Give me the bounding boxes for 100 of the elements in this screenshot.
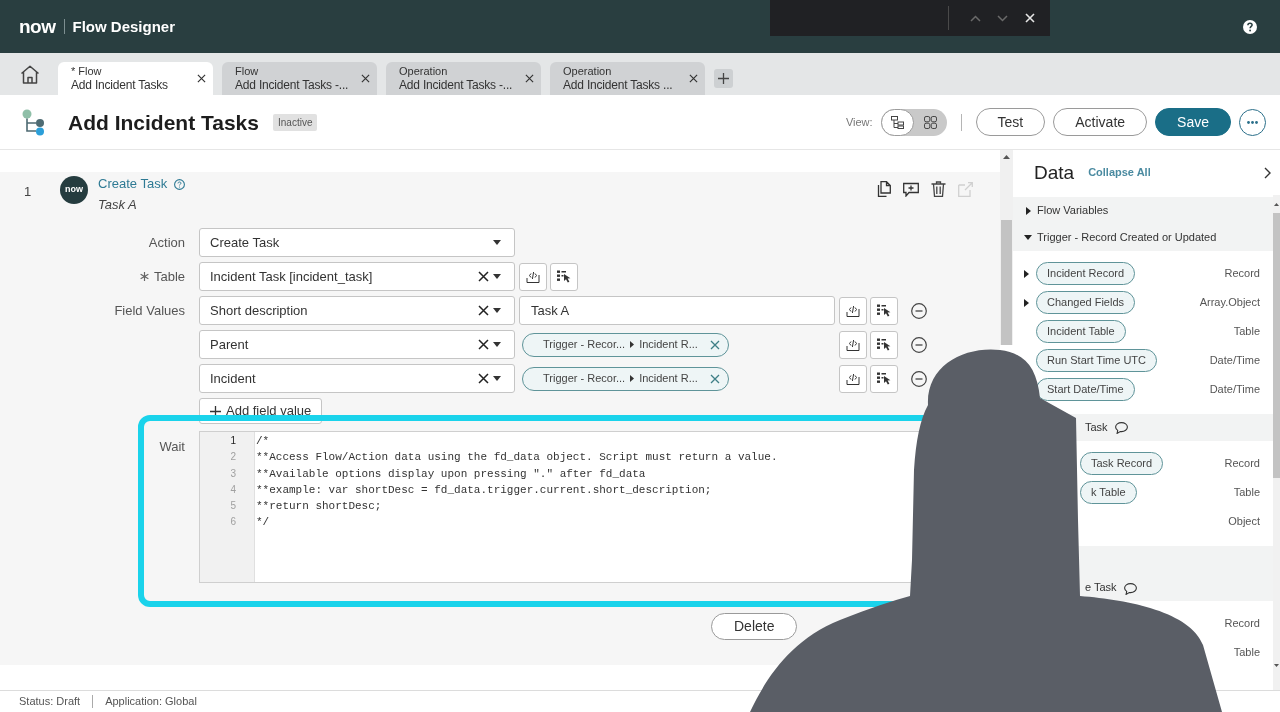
- data-type: Date/Time: [1209, 382, 1260, 398]
- data-pill[interactable]: Task Record: [1080, 452, 1164, 475]
- caret-down-icon: [493, 342, 501, 347]
- status-text: Application: Global: [105, 694, 197, 710]
- caret-down-icon[interactable]: [1024, 235, 1032, 240]
- line-number: 2: [230, 450, 236, 465]
- minus-circle-icon[interactable]: [911, 370, 927, 387]
- section-title: Trigger - Record Created or Updated: [1037, 230, 1217, 246]
- test-button[interactable]: Test: [975, 108, 1046, 136]
- arrow-up-icon[interactable]: [1003, 155, 1010, 159]
- tab[interactable]: Flow Add Incident Tasks -...: [222, 62, 377, 95]
- action-subtitle: Task A: [98, 197, 138, 213]
- line-number: 4: [230, 482, 236, 497]
- data-picker-button[interactable]: [550, 262, 578, 291]
- caret-right-icon[interactable]: [1024, 298, 1029, 307]
- script-button[interactable]: [839, 330, 867, 359]
- list-cursor-icon: [877, 338, 891, 351]
- copy-icon[interactable]: [876, 181, 891, 197]
- dropdown[interactable]: Create Task: [199, 228, 515, 257]
- caret-down-icon: [493, 308, 501, 313]
- scrollbar-thumb[interactable]: [1001, 220, 1012, 345]
- script-button[interactable]: [839, 296, 867, 325]
- close-icon[interactable]: [197, 74, 206, 83]
- trash-icon[interactable]: [931, 181, 946, 197]
- data-picker-button[interactable]: [870, 330, 898, 359]
- comment-plus-icon[interactable]: [903, 181, 919, 197]
- section-title: e Task: [1085, 579, 1117, 595]
- data-type: Table: [1233, 485, 1260, 501]
- save-button[interactable]: Save: [1155, 108, 1231, 136]
- data-pill[interactable]: Trigger - Recor... Incident R...: [522, 366, 729, 391]
- list-cursor-icon: [557, 270, 571, 283]
- activate-button[interactable]: Activate: [1053, 108, 1148, 136]
- tab[interactable]: Operation Add Incident Tasks ...: [550, 62, 705, 95]
- field-select[interactable]: Parent: [199, 330, 515, 359]
- section-title: Task: [1085, 420, 1108, 436]
- code-line: **example: var shortDesc = fd_data.trigger.current.short_description;: [256, 482, 712, 498]
- caret-right-icon[interactable]: [1025, 206, 1031, 215]
- data-pill[interactable]: Incident Table: [1036, 320, 1126, 343]
- script-button[interactable]: [519, 262, 547, 291]
- more-button[interactable]: [1239, 108, 1266, 136]
- chevron-right-icon[interactable]: [1264, 166, 1271, 179]
- arrow-up-icon[interactable]: [1274, 203, 1279, 206]
- field-select[interactable]: Short description: [199, 296, 515, 325]
- close-icon[interactable]: [689, 74, 698, 83]
- data-pill[interactable]: Run Start Time UTC: [1036, 349, 1158, 372]
- code-line: /*: [256, 434, 270, 449]
- status-badge: Inactive: [273, 113, 318, 131]
- close-icon[interactable]: [361, 74, 370, 83]
- close-icon[interactable]: [525, 74, 534, 83]
- data-pill[interactable]: k Table: [1080, 481, 1137, 504]
- line-number: 1: [230, 434, 236, 448]
- code-icon: [526, 270, 540, 283]
- scrollbar-thumb[interactable]: [1273, 213, 1280, 478]
- minus-circle-icon[interactable]: [911, 336, 927, 353]
- data-type: Record: [1224, 616, 1260, 632]
- clear-icon[interactable]: [478, 339, 489, 350]
- value-field[interactable]: Task A: [519, 296, 835, 325]
- page-title: Add Incident Tasks: [68, 111, 259, 133]
- collapse-all-link[interactable]: Collapse All: [1088, 164, 1151, 181]
- field-select[interactable]: Incident: [199, 364, 515, 393]
- code-line: **Available options display upon pressing "." after fd_data: [256, 466, 646, 482]
- data-pill[interactable]: Incident Record: [1036, 262, 1136, 285]
- caret-right-icon[interactable]: [1024, 269, 1029, 278]
- clear-icon[interactable]: [478, 305, 489, 316]
- data-picker-button[interactable]: [870, 364, 898, 393]
- line-number: 5: [230, 499, 236, 514]
- step-number: 1: [24, 183, 33, 201]
- data-pill[interactable]: Trigger - Recor... Incident R...: [522, 332, 729, 357]
- tree-view-button[interactable]: [880, 108, 914, 136]
- data-picker-button[interactable]: [870, 296, 898, 325]
- triangle-right-icon: [630, 341, 635, 348]
- action-name-link[interactable]: Create Task: [98, 176, 168, 192]
- minus-circle-icon[interactable]: [911, 302, 927, 319]
- action-logo: now: [60, 176, 88, 204]
- data-type: Table: [1233, 645, 1260, 661]
- data-type: Table: [1233, 324, 1260, 340]
- status-text: Status: Draft: [19, 694, 81, 710]
- plus-icon: [210, 405, 221, 417]
- logo: now: [19, 17, 56, 36]
- new-tab-button[interactable]: [714, 69, 733, 88]
- tab[interactable]: * Flow Add Incident Tasks: [58, 62, 213, 95]
- list-cursor-icon: [877, 372, 891, 385]
- tab[interactable]: Operation Add Incident Tasks -...: [386, 62, 541, 95]
- clear-icon[interactable]: [478, 271, 489, 282]
- code-icon: [846, 338, 860, 351]
- data-pill[interactable]: Start Date/Time: [1036, 378, 1135, 401]
- triangle-right-icon: [630, 375, 635, 382]
- plus-icon: [718, 73, 729, 84]
- arrow-down-icon[interactable]: [1274, 664, 1279, 667]
- home-icon[interactable]: [20, 65, 40, 84]
- help-icon[interactable]: [1243, 19, 1257, 34]
- field-label: Wait: [159, 438, 185, 456]
- clear-icon[interactable]: [478, 373, 489, 384]
- data-pill[interactable]: Changed Fields: [1036, 291, 1136, 314]
- data-type: Date/Time: [1209, 353, 1260, 369]
- code-editor[interactable]: [199, 431, 920, 583]
- script-button[interactable]: [839, 364, 867, 393]
- delete-button[interactable]: Delete: [711, 613, 798, 640]
- reference-field[interactable]: Incident Task [incident_task]: [199, 262, 515, 291]
- code-line: **Access Flow/Action data using the fd_data object. Script must return a value.: [256, 450, 778, 466]
